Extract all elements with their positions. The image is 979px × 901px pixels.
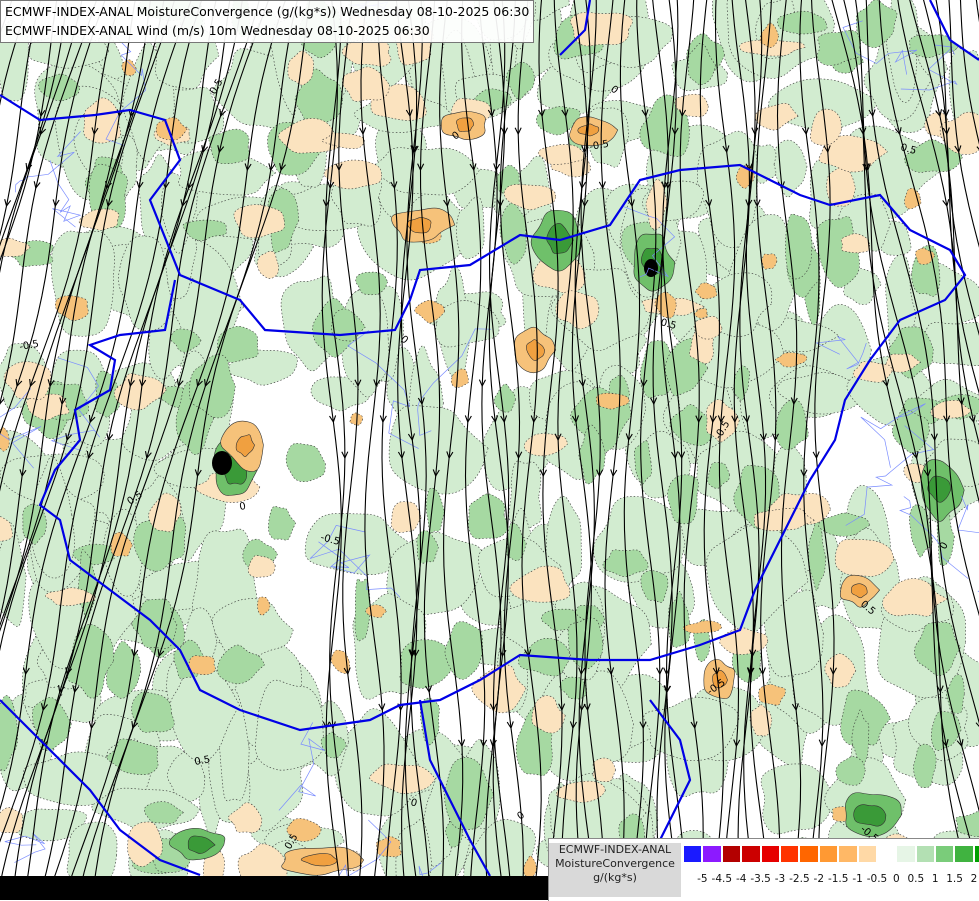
map-canvas: 0.5 0 -0.5 0.5 0 -0.5 0.5 0 -0.5 0.5 0 -0.5 0.5 0 -0.5…	[0, 0, 979, 900]
legend-swatch-2	[721, 845, 742, 863]
legend-tick: -4.5	[711, 873, 733, 885]
convergence-area	[425, 487, 445, 533]
convergence-field	[0, 0, 979, 900]
convergence-area	[853, 804, 887, 827]
legend-title-model: ECMWF-INDEX-ANAL	[558, 843, 672, 856]
contour-label: 0	[239, 501, 247, 513]
convergence-area	[255, 679, 324, 771]
legend-ticks: -5 -4.5 -4 -3.5 -3 -2.5 -2 -1.5 -1 -0.5 0 0.5 1 1.5 2	[683, 873, 979, 889]
convergence-area	[268, 506, 297, 541]
color-legend: ECMWF-INDEX-ANAL MoistureConvergence g/(…	[548, 838, 979, 901]
legend-tick: -1.5	[827, 873, 849, 885]
legend-swatch-12	[915, 845, 936, 863]
legend-swatch-6	[799, 845, 819, 863]
convergence-area	[390, 501, 422, 533]
contour-label: 0	[515, 810, 527, 823]
legend-swatch-1	[702, 845, 722, 863]
legend-tick: 1.5	[946, 873, 963, 885]
legend-tick: 1	[931, 873, 939, 885]
map-title: ECMWF-INDEX-ANAL MoistureConvergence (g/…	[0, 0, 535, 43]
legend-tick: -3.5	[750, 873, 771, 885]
legend-swatch-4	[760, 845, 780, 863]
legend-tick: -5	[697, 873, 708, 885]
legend-tick: 0	[893, 873, 900, 885]
legend-tick: -2	[813, 873, 825, 885]
legend-swatch-7	[818, 845, 839, 863]
legend-tick: -0.5	[866, 873, 888, 885]
convergence-area	[285, 443, 326, 483]
legend-swatch-15	[973, 845, 979, 863]
legend-swatch-5	[779, 845, 800, 863]
convergence-area	[493, 383, 516, 413]
title-line-convergence: ECMWF-INDEX-ANAL MoistureConvergence (g/…	[5, 4, 530, 19]
legend-tick: -4	[735, 873, 747, 885]
convergence-area	[187, 655, 216, 676]
legend-title-param: MoistureConvergence	[555, 857, 675, 870]
legend-tick: -3	[774, 873, 786, 885]
legend-tick: 2	[970, 873, 978, 885]
legend-swatch-13	[935, 845, 955, 863]
legend-swatch-3	[741, 845, 761, 863]
legend-swatches	[683, 845, 979, 863]
legend-swatch-9	[857, 845, 877, 863]
legend-title-unit: g/(kg*s)	[593, 871, 637, 884]
convergence-area	[468, 493, 508, 540]
legend-swatch-10	[876, 845, 897, 863]
convergence-area	[835, 756, 866, 786]
map-svg: 0.50-0.50.50-0.50.5 0-0.50.50-0.50.50-0.5…	[0, 0, 979, 900]
legend-swatch-0	[683, 845, 703, 863]
bottom-bar	[0, 876, 548, 900]
legend-title: ECMWF-INDEX-ANAL MoistureConvergence g/(…	[549, 843, 681, 897]
convergence-core	[212, 451, 232, 475]
legend-swatch-11	[896, 845, 916, 863]
convergence-area	[388, 404, 489, 495]
title-line-wind: ECMWF-INDEX-ANAL Wind (m/s) 10m Wednesda…	[5, 23, 430, 38]
legend-tick: 0.5	[907, 873, 925, 885]
legend-tick: -1	[852, 873, 863, 885]
legend-swatch-14	[954, 845, 974, 863]
legend-tick: -2.5	[789, 873, 810, 885]
legend-swatch-8	[838, 845, 858, 863]
